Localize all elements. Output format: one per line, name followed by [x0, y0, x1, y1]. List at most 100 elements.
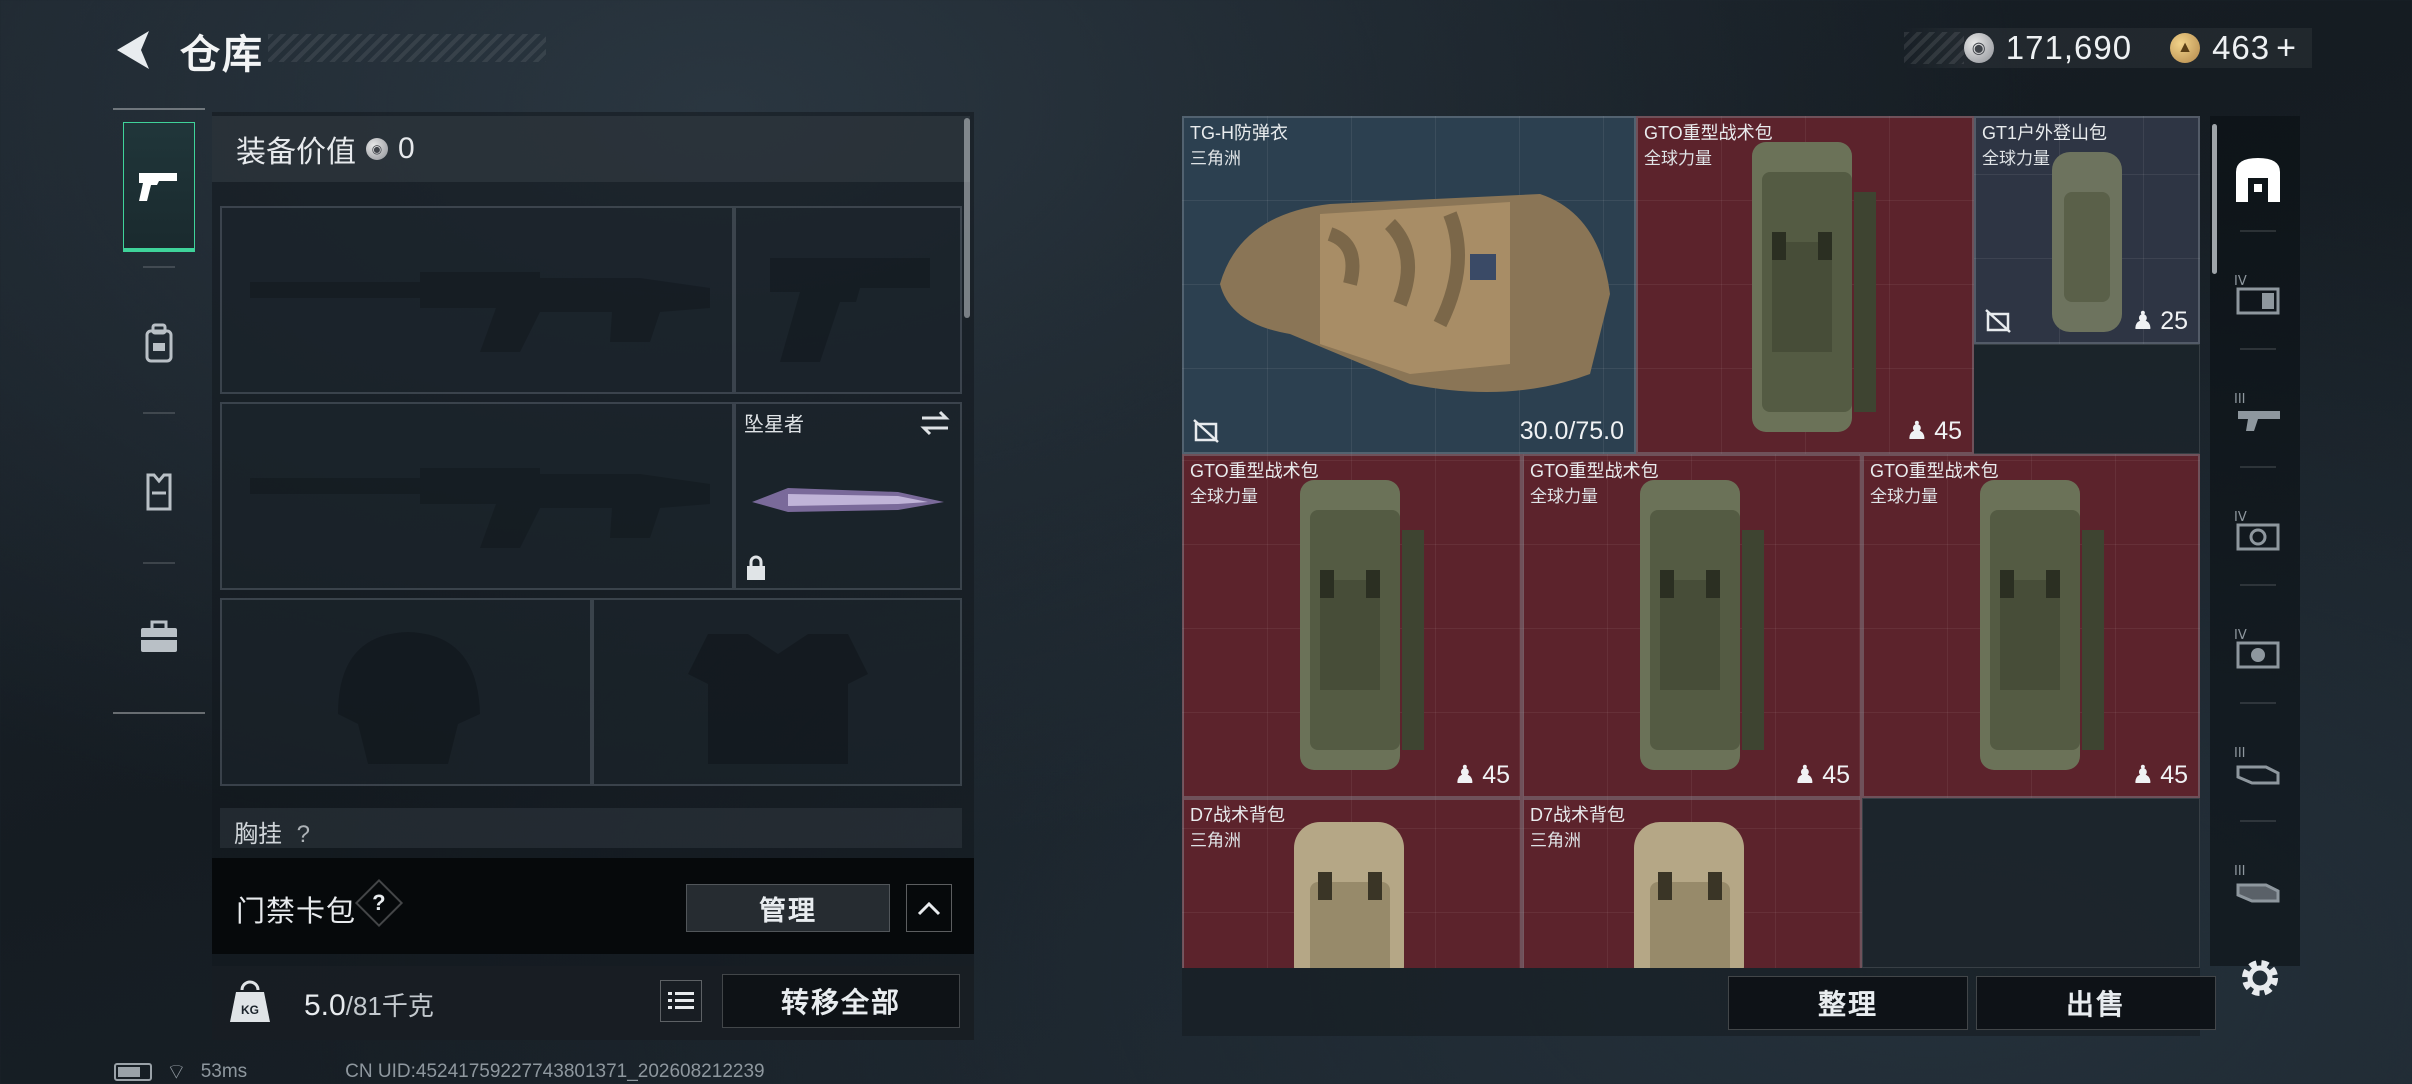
ping-value: 53ms [200, 1061, 248, 1082]
storage-icon [2236, 158, 2280, 202]
tier-text: IV [2234, 628, 2247, 643]
filter-divider [2240, 230, 2276, 232]
empty-cell[interactable] [1862, 798, 2200, 968]
rifle-case-iv-icon: IV [2234, 274, 2280, 315]
vest-icon [146, 473, 172, 511]
capacity-bag-icon: ♟ [2131, 307, 2155, 335]
item-name: D7战术背包 [1190, 805, 1286, 825]
item-capacity: ♟ 25 [2132, 306, 2188, 336]
weight-unit: 千克 [381, 991, 434, 1021]
backpack-icon [145, 323, 173, 363]
weight-kg-icon: KG [230, 980, 270, 1022]
no-insure-icon [1985, 309, 2011, 333]
filter-tier-iv-a[interactable]: IV [2226, 262, 2290, 326]
manage-button[interactable]: 管理 [686, 884, 890, 932]
battery-icon [114, 1063, 152, 1081]
loadout-scrollbar[interactable] [964, 118, 970, 318]
melee-slot[interactable]: 坠星者 [734, 402, 962, 590]
secondary-weapon-slot[interactable] [220, 402, 734, 590]
helmet-slot[interactable] [220, 598, 592, 786]
camera-iv-alt-icon: IV [2234, 628, 2280, 669]
silver-coin-icon: ◉ [1963, 33, 1994, 63]
body-armor-art [1220, 194, 1610, 392]
top-header: 仓库 ◉ 171,690 ▲ 463 + [0, 0, 2412, 100]
nav-item-backpack[interactable] [123, 278, 195, 408]
settings-gear-icon[interactable] [2234, 952, 2286, 1004]
nav-item-weapons[interactable] [123, 122, 195, 252]
nav-item-toolbox[interactable] [123, 572, 195, 702]
weight-bar: KG 5.0/81千克 转移全部 [212, 966, 974, 1040]
filter-tier-iii-gun[interactable]: III [2226, 380, 2290, 444]
filter-storage[interactable] [2226, 148, 2290, 212]
equipment-value-label: 装备价值 [236, 136, 356, 169]
item-name: D7战术背包 [1530, 805, 1626, 825]
weight-current: 5.0 [304, 989, 346, 1022]
filter-tier-iv-camera-alt[interactable]: IV [2226, 616, 2290, 680]
warehouse-item[interactable]: TG-H防弹衣 三角洲 30.0/75.0 [1182, 116, 1636, 454]
no-insure-icon [1193, 419, 1219, 443]
capacity-bag-icon: ♟ [1453, 761, 1477, 789]
sort-button[interactable]: 整理 [1728, 976, 1968, 1030]
kg-badge-text: KG [241, 1003, 259, 1017]
toolbox-icon [141, 620, 177, 652]
chest-rig-row[interactable]: 胸挂 ? [220, 808, 962, 848]
transfer-all-button[interactable]: 转移全部 [722, 974, 960, 1028]
warehouse-item[interactable]: GTO重型战术包 全球力量 ♟ 45 [1862, 454, 2200, 798]
melee-item-name: 坠星者 [744, 414, 804, 436]
warehouse-item[interactable]: GTO重型战术包 全球力量 ♟ 45 [1182, 454, 1522, 798]
nav-divider [143, 562, 175, 564]
warehouse-filter-column: IV III IV IV III III [2210, 116, 2300, 966]
filter-tier-iv-camera[interactable]: IV [2226, 498, 2290, 562]
page-title: 仓库 [180, 33, 264, 77]
pistol-slot[interactable] [734, 206, 962, 394]
nav-item-vest[interactable] [123, 426, 195, 556]
silver-currency-value: 171,690 [2005, 29, 2133, 66]
capacity-value: 45 [2160, 760, 2188, 789]
item-origin: 全球力量 [1870, 487, 1938, 506]
capacity-bag-icon: ♟ [1793, 761, 1817, 789]
primary-weapon-slot[interactable] [220, 206, 734, 394]
warehouse-item[interactable]: D7战术背包 三角洲 [1182, 798, 1522, 968]
rifle-silhouette-icon [250, 272, 710, 352]
tier-text: IV [2234, 274, 2247, 289]
sell-button[interactable]: 出售 [1976, 976, 2216, 1030]
lock-icon [747, 555, 765, 580]
filter-divider [2240, 584, 2276, 586]
item-capacity: ♟ 45 [2132, 760, 2188, 790]
filter-divider [2240, 820, 2276, 822]
tier-text: III [2234, 392, 2246, 407]
nav-divider [143, 266, 175, 268]
item-origin: 全球力量 [1982, 149, 2050, 168]
item-origin: 全球力量 [1644, 149, 1712, 168]
list-view-button[interactable] [660, 980, 702, 1022]
expand-toggle-button[interactable] [906, 884, 952, 932]
warehouse-item[interactable]: GT1户外登山包 全球力量 ♟ 25 [1974, 116, 2200, 344]
silver-coin-icon: ◉ [366, 138, 388, 160]
armor-silhouette-icon [688, 634, 868, 764]
filter-tier-iii-hand[interactable]: III [2226, 734, 2290, 798]
tier-text: III [2234, 746, 2246, 761]
help-icon[interactable]: ? [354, 878, 404, 928]
filter-divider [2240, 466, 2276, 468]
chest-rig-label: 胸挂 [234, 821, 282, 848]
back-button[interactable] [108, 22, 158, 78]
filter-divider [2240, 348, 2276, 350]
keycard-pack-bar: 门禁卡包 ? 管理 [212, 858, 974, 954]
uid-text: CN UID:45241759227743801371_202608212239 [345, 1061, 765, 1082]
item-name: TG-H防弹衣 [1190, 123, 1288, 143]
add-currency-button[interactable]: + [2276, 29, 2296, 68]
backpack-art [1294, 822, 1404, 968]
swap-icon[interactable] [920, 410, 950, 436]
filter-scrollbar[interactable] [2212, 124, 2217, 274]
filter-tier-iii-hand-alt[interactable]: III [2226, 852, 2290, 916]
warehouse-item[interactable]: GTO重型战术包 全球力量 ♟ 45 [1522, 454, 1862, 798]
armor-slot[interactable] [592, 598, 962, 786]
warehouse-item[interactable]: D7战术背包 三角洲 [1522, 798, 1862, 968]
wifi-icon: ⌔ [166, 1059, 187, 1084]
warehouse-item[interactable]: GTO重型战术包 全球力量 ♟ 45 [1636, 116, 1974, 454]
backpack-art [1640, 480, 1764, 770]
back-arrow-icon [117, 31, 149, 69]
empty-cell[interactable] [1972, 344, 2200, 454]
keycard-pack-label: 门禁卡包 [236, 896, 357, 928]
pistol-icon [139, 172, 177, 201]
